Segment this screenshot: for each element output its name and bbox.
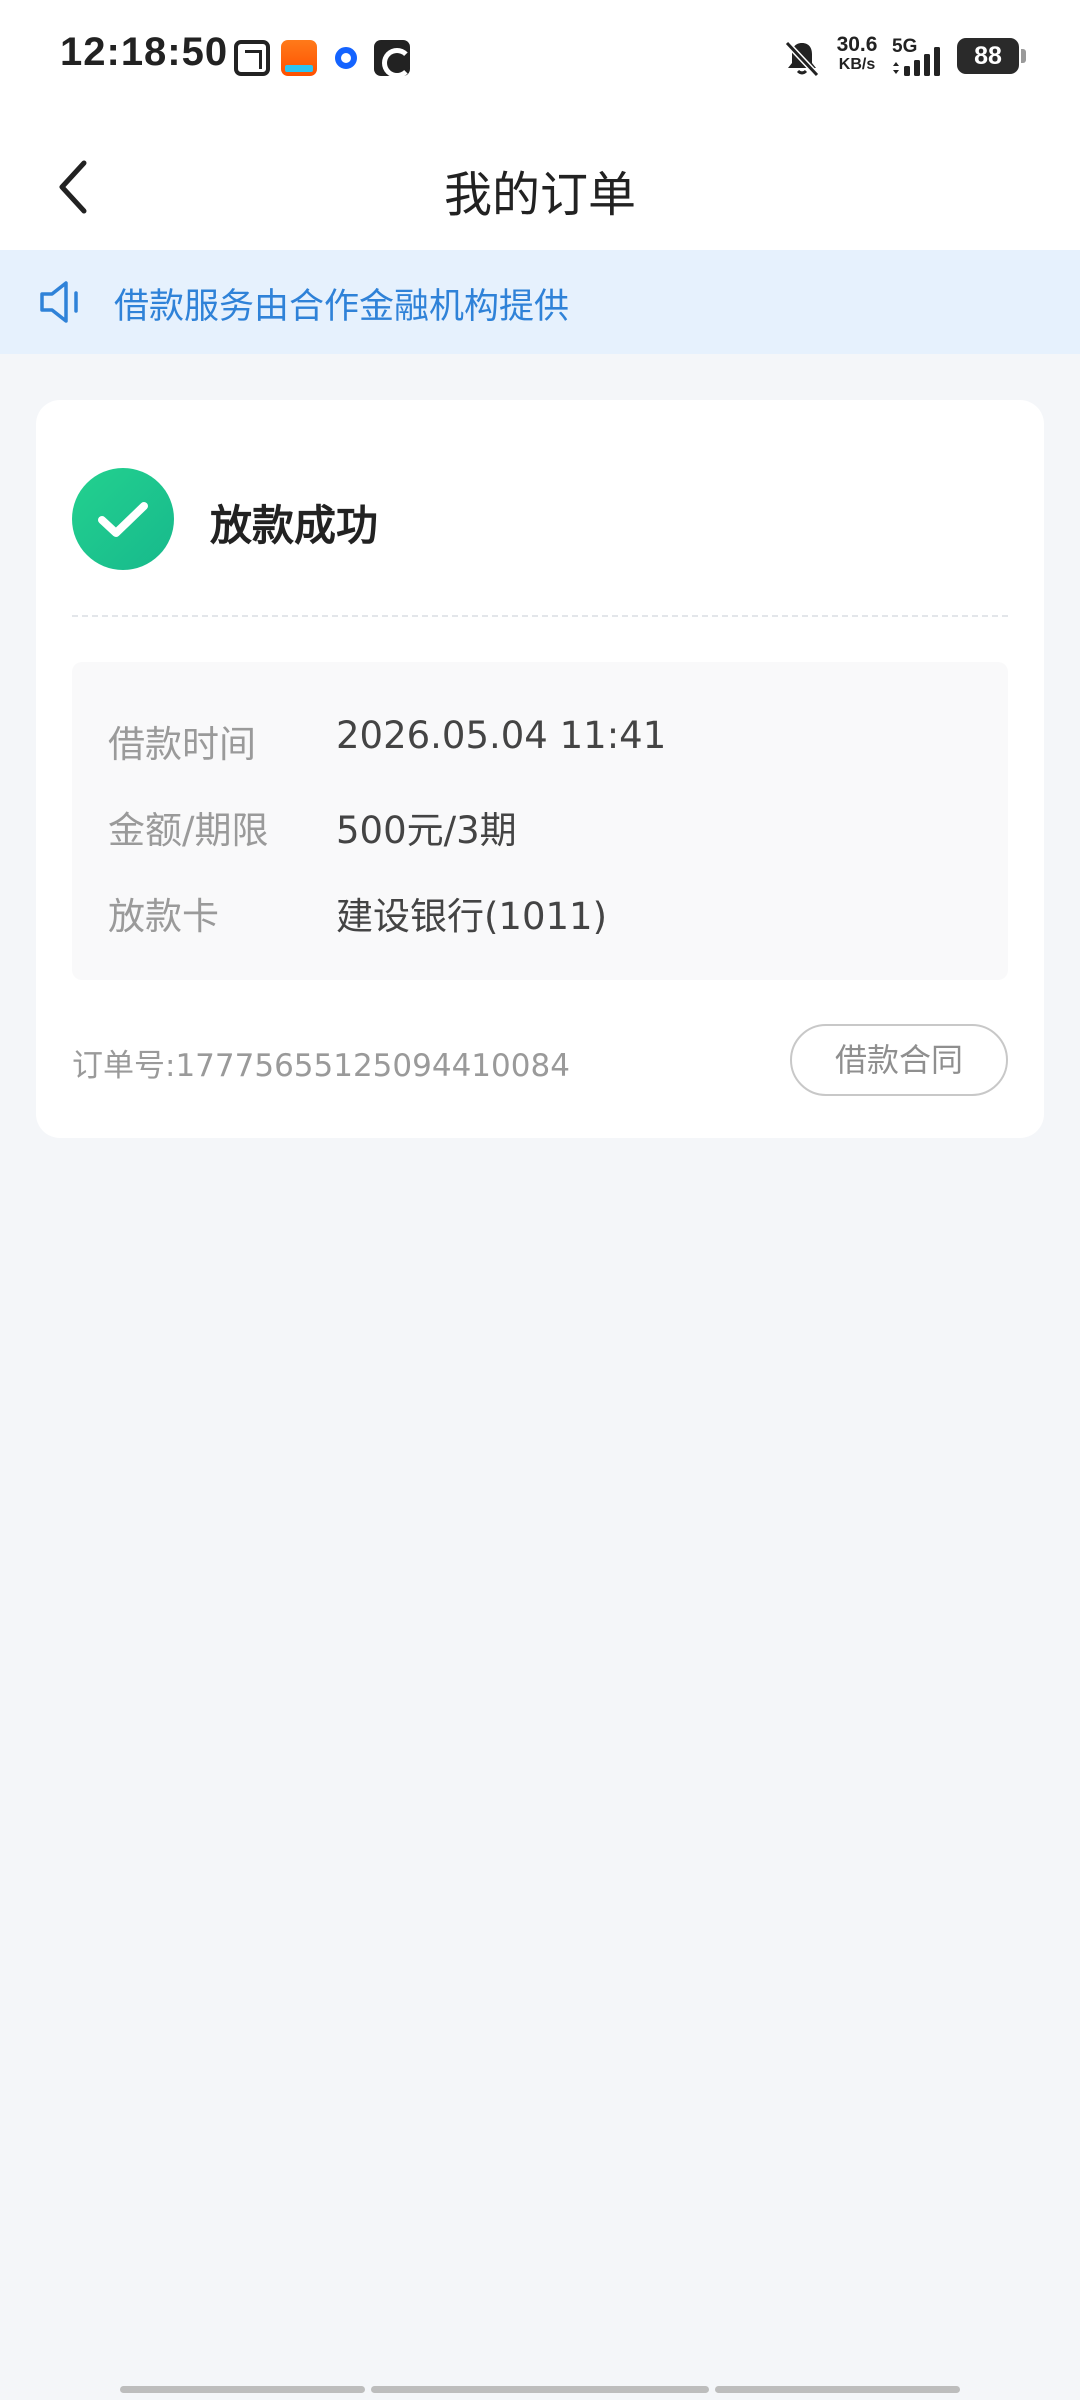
status-bar: 12:18:50 30.6 KB/s 5G 88 <box>0 0 1080 115</box>
order-number-label: 订单号: <box>72 1048 176 1084</box>
net-speed: 30.6 KB/s <box>832 34 882 74</box>
detail-label: 放款卡 <box>108 895 219 938</box>
order-number: 订单号:17775655125094410084 <box>72 1040 570 1085</box>
net-speed-value: 30.6 <box>836 33 878 56</box>
order-number-value: 17775655125094410084 <box>175 1048 570 1084</box>
net-speed-unit: KB/s <box>838 56 876 73</box>
order-details: 借款时间 2026.05.04 11:41 金额/期限 500元/3期 放款卡 … <box>72 662 1008 980</box>
detail-value: 2026.05.04 11:41 <box>336 714 667 757</box>
meituan-app-icon <box>234 40 270 76</box>
gesture-bar-left[interactable] <box>120 2386 365 2393</box>
bell-muted-icon <box>784 40 820 78</box>
page-title: 我的订单 <box>443 167 636 223</box>
notice-text: 借款服务由合作金融机构提供 <box>114 287 570 327</box>
detail-value: 建设银行(1011) <box>336 895 608 938</box>
gesture-bar-right[interactable] <box>715 2386 960 2393</box>
detail-value: 500元/3期 <box>336 809 517 852</box>
dashed-divider <box>72 615 1008 617</box>
loan-contract-button[interactable]: 借款合同 <box>790 1024 1008 1096</box>
gesture-bar-center[interactable] <box>371 2386 709 2393</box>
detail-label: 借款时间 <box>108 723 256 766</box>
success-check-icon <box>72 468 174 570</box>
battery-indicator: 88 <box>957 38 1026 74</box>
cc-app-icon <box>374 40 412 78</box>
detail-label: 金额/期限 <box>108 809 269 852</box>
order-card: 放款成功 借款时间 2026.05.04 11:41 金额/期限 500元/3期… <box>36 400 1044 1138</box>
status-time: 12:18:50 <box>60 30 229 74</box>
blue-ring-app-icon <box>328 40 364 76</box>
order-status: 放款成功 <box>210 501 379 550</box>
notice-banner: 借款服务由合作金融机构提供 <box>0 250 1080 354</box>
taobao-flash-app-icon <box>281 40 317 76</box>
app-header: 我的订单 <box>0 115 1080 250</box>
speaker-icon <box>40 281 78 323</box>
signal-icon <box>893 47 940 76</box>
